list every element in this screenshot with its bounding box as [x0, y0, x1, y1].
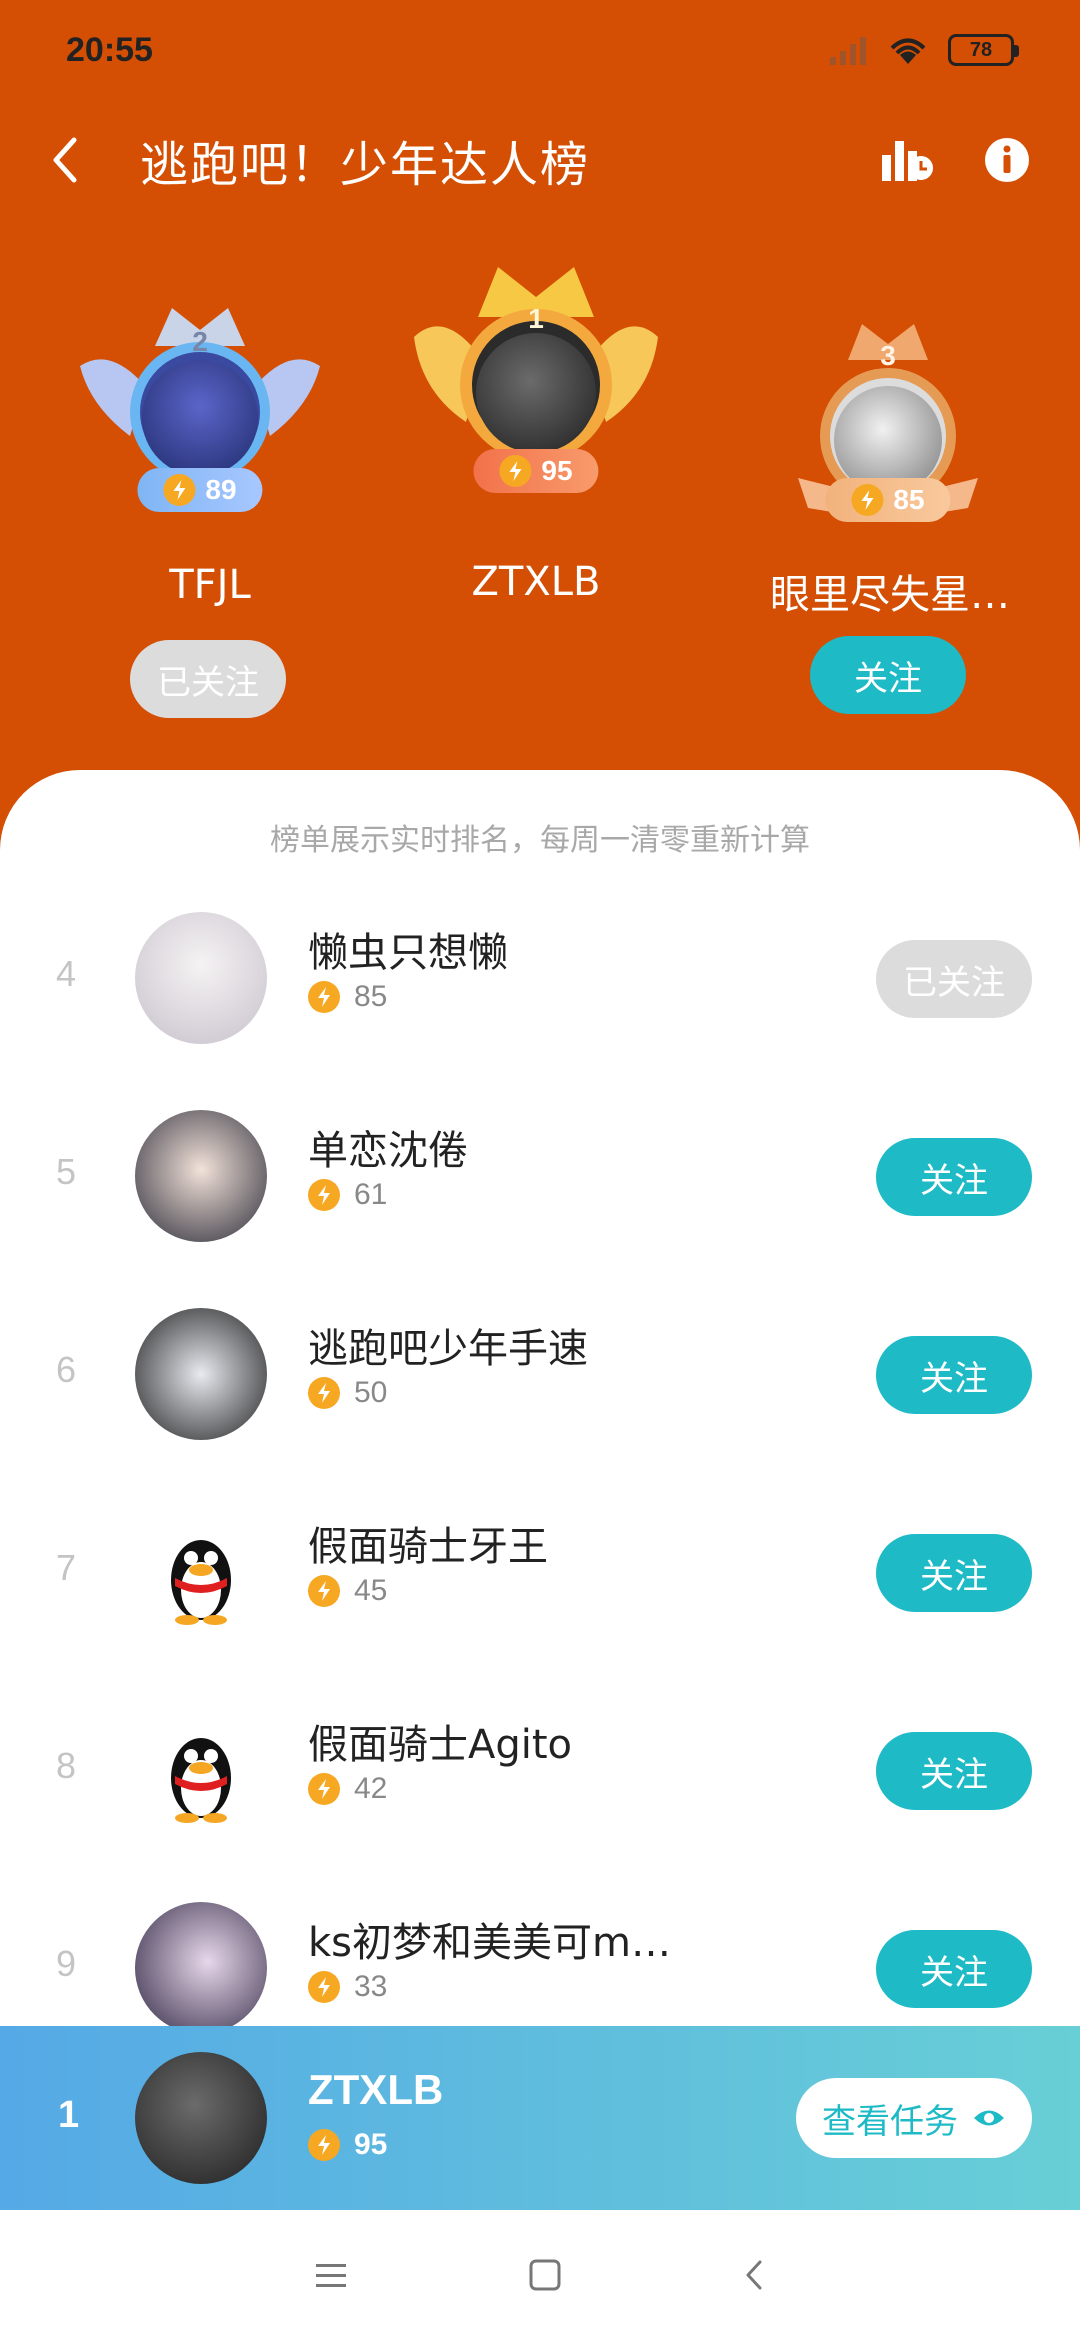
- user-name: 懒虫只想懒: [308, 930, 508, 976]
- my-rank-number: 1: [58, 2094, 80, 2136]
- back-button[interactable]: [50, 130, 100, 190]
- podium-score: 89: [137, 468, 263, 512]
- podium-name: 眼里尽失星…: [770, 572, 1010, 618]
- podium-rank-3[interactable]: 3 85 眼里尽失星… 关注: [770, 310, 1040, 714]
- status-bar: 20:55 78: [66, 30, 1019, 70]
- podium-rank-label: 2: [192, 326, 208, 357]
- podium-score: 85: [825, 478, 951, 522]
- home-icon[interactable]: [528, 2258, 562, 2292]
- podium-name: TFJL: [169, 562, 251, 608]
- header-area: 20:55 78 逃跑吧！少年达人榜 2 89 TFJL 已关注 1 95 ZT…: [0, 0, 1080, 800]
- bolt-icon: [851, 484, 884, 516]
- podium-avatar: [476, 333, 596, 453]
- bolt-icon: [308, 1575, 340, 1607]
- back-nav-icon[interactable]: [742, 2258, 766, 2292]
- follow-button[interactable]: 关注: [876, 1732, 1032, 1810]
- bolt-icon: [308, 1773, 340, 1805]
- podium-rank-label: 1: [528, 303, 544, 334]
- info-icon[interactable]: [984, 137, 1030, 183]
- podium-followed-button[interactable]: 已关注: [130, 640, 286, 718]
- wifi-icon: [890, 38, 926, 64]
- bolt-icon: [308, 981, 340, 1013]
- follow-button[interactable]: 关注: [876, 1336, 1032, 1414]
- user-score: 50: [308, 1376, 387, 1410]
- menu-icon[interactable]: [314, 2260, 348, 2290]
- podium-rank-label: 3: [880, 340, 896, 371]
- bolt-icon: [499, 455, 532, 487]
- rank-number: 5: [56, 1151, 77, 1192]
- avatar: [135, 912, 267, 1044]
- ranking-sheet: 榜单展示实时排名，每周一清零重新计算 4 懒虫只想懒 85 已关注 5 单恋沈倦…: [0, 770, 1080, 2210]
- user-name: 逃跑吧少年手速: [308, 1326, 588, 1372]
- eye-icon: [974, 2110, 1004, 2126]
- bolt-icon: [308, 1179, 340, 1211]
- penguin-avatar: [135, 1704, 267, 1836]
- penguin-avatar: [135, 1506, 267, 1638]
- podium-rank-1[interactable]: 1 95 ZTXLB: [414, 265, 684, 605]
- user-score: 45: [308, 1574, 387, 1608]
- user-score: 33: [308, 1970, 387, 2004]
- list-item[interactable]: 6 逃跑吧少年手速 50 关注: [0, 1274, 1080, 1472]
- my-name: ZTXLB: [308, 2066, 444, 2113]
- avatar: [135, 1902, 267, 2034]
- battery-indicator: 78: [948, 34, 1019, 66]
- follow-button[interactable]: 关注: [876, 1138, 1032, 1216]
- rank-number: 4: [56, 953, 77, 994]
- user-name: 单恋沈倦: [308, 1128, 468, 1174]
- system-nav-bar: [0, 2210, 1080, 2340]
- signal-icon: [830, 37, 866, 65]
- user-name: ks初梦和美美可m…: [308, 1920, 671, 1966]
- follow-button[interactable]: 关注: [876, 1534, 1032, 1612]
- ranking-note: 榜单展示实时排名，每周一清零重新计算: [270, 823, 810, 858]
- my-avatar: [135, 2052, 267, 2184]
- podium-avatar: [142, 360, 258, 476]
- podium-score: 95: [473, 449, 599, 493]
- podium-follow-button[interactable]: 关注: [810, 636, 966, 714]
- rank-number: 7: [56, 1547, 77, 1588]
- bolt-icon: [308, 1971, 340, 2003]
- my-score: 95: [308, 2128, 387, 2162]
- avatar: [135, 1110, 267, 1242]
- bolt-icon: [163, 474, 196, 506]
- status-time: 20:55: [66, 30, 153, 69]
- my-rank-bar: 1 ZTXLB 95 查看任务: [0, 2026, 1080, 2210]
- user-score: 85: [308, 980, 387, 1014]
- follow-button[interactable]: 关注: [876, 1930, 1032, 2008]
- rank-number: 9: [56, 1943, 77, 1984]
- user-score: 61: [308, 1178, 387, 1212]
- rank-number: 6: [56, 1349, 77, 1390]
- user-score: 42: [308, 1772, 387, 1806]
- rank-number: 8: [56, 1745, 77, 1786]
- page-title: 逃跑吧！少年达人榜: [140, 137, 591, 193]
- bolt-icon: [308, 2129, 340, 2161]
- podium-rank-2[interactable]: 2 89 TFJL 已关注: [80, 300, 340, 718]
- list-item[interactable]: 7 假面骑士牙王 45 关注: [0, 1472, 1080, 1670]
- list-item[interactable]: 4 懒虫只想懒 85 已关注: [0, 878, 1080, 1076]
- bolt-icon: [308, 1377, 340, 1409]
- avatar: [135, 1308, 267, 1440]
- podium-name: ZTXLB: [471, 559, 601, 605]
- view-tasks-button[interactable]: 查看任务: [796, 2078, 1032, 2158]
- list-item[interactable]: 8 假面骑士Agito 42 关注: [0, 1670, 1080, 1868]
- list-item[interactable]: 5 单恋沈倦 61 关注: [0, 1076, 1080, 1274]
- back-arrow-icon: [53, 137, 77, 183]
- user-name: 假面骑士牙王: [308, 1524, 548, 1570]
- followed-button[interactable]: 已关注: [876, 940, 1032, 1018]
- history-chart-icon[interactable]: [880, 137, 934, 183]
- user-name: 假面骑士Agito: [308, 1722, 573, 1768]
